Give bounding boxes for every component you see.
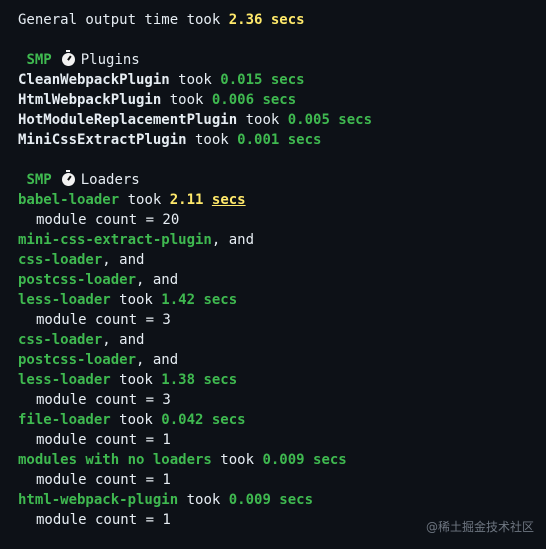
module-count: module count = 1 bbox=[36, 432, 171, 448]
loader-name: postcss-loader bbox=[18, 272, 137, 288]
chain-separator: , and bbox=[211, 232, 255, 248]
plugin-name: MiniCssExtractPlugin bbox=[18, 132, 187, 148]
loader-chain-row: css-loader, and bbox=[18, 330, 538, 350]
chain-separator: , and bbox=[102, 252, 145, 268]
took-label: took bbox=[178, 492, 229, 508]
chain-separator: , and bbox=[136, 352, 179, 368]
plugin-row: MiniCssExtractPlugin took 0.001 secs bbox=[18, 130, 538, 150]
loader-time: 1.42 secs bbox=[161, 292, 238, 308]
chain-separator: , and bbox=[136, 272, 179, 288]
loader-chain-row: postcss-loader, and bbox=[18, 270, 538, 290]
plugin-time: 0.006 secs bbox=[211, 92, 297, 108]
took-label: took bbox=[119, 192, 170, 208]
plugins-section-header: SMP Plugins bbox=[18, 50, 538, 70]
module-count: module count = 1 bbox=[36, 472, 171, 488]
loader-name: modules with no loaders bbox=[18, 452, 212, 468]
smp-tag: SMP bbox=[26, 52, 52, 68]
took-label: took bbox=[237, 112, 288, 128]
loader-name: less-loader bbox=[18, 292, 111, 308]
loader-row: babel-loader took 2.11 secs bbox=[18, 190, 538, 210]
took-label: took bbox=[186, 132, 238, 148]
loader-row: html-webpack-plugin took 0.009 secs bbox=[18, 490, 538, 510]
smp-tag: SMP bbox=[26, 172, 52, 188]
loader-time: 0.042 secs bbox=[161, 412, 246, 428]
plugin-time: 0.001 secs bbox=[237, 132, 322, 148]
loaders-title: Loaders bbox=[80, 172, 140, 188]
general-output-time: 2.36 secs bbox=[228, 12, 305, 28]
took-label: took bbox=[110, 292, 162, 308]
loader-name: mini-css-extract-plugin bbox=[18, 232, 212, 248]
loader-time: 1.38 secs bbox=[161, 372, 238, 388]
chain-separator: , and bbox=[102, 332, 145, 348]
loader-name: babel-loader bbox=[18, 192, 120, 208]
loader-row: less-loader took 1.42 secs bbox=[18, 290, 538, 310]
loader-name: css-loader bbox=[18, 332, 103, 348]
loader-row: modules with no loaders took 0.009 secs bbox=[18, 450, 538, 470]
plugin-time: 0.005 secs bbox=[287, 112, 373, 128]
loader-name: css-loader bbox=[18, 252, 103, 268]
plugin-name: HotModuleReplacementPlugin bbox=[18, 112, 238, 128]
module-count: module count = 3 bbox=[36, 392, 171, 408]
plugin-name: CleanWebpackPlugin bbox=[18, 72, 170, 88]
took-label: took bbox=[169, 72, 221, 88]
loader-name: html-webpack-plugin bbox=[18, 492, 179, 508]
terminal-output: General output time took 2.36 secs SMP Pl… bbox=[18, 10, 538, 530]
loader-chain-row: postcss-loader, and bbox=[18, 350, 538, 370]
loader-name: file-loader bbox=[18, 412, 111, 428]
module-count: module count = 3 bbox=[36, 312, 171, 328]
loader-time: 0.009 secs bbox=[262, 452, 347, 468]
loaders-section-header: SMP Loaders bbox=[18, 170, 538, 190]
general-output-label: General output time took bbox=[18, 12, 229, 28]
plugin-row: HotModuleReplacementPlugin took 0.005 se… bbox=[18, 110, 538, 130]
took-label: took bbox=[161, 92, 212, 108]
stopwatch-icon bbox=[61, 50, 75, 66]
loader-time: 0.009 secs bbox=[228, 492, 314, 508]
loader-time-unit: secs bbox=[211, 192, 246, 208]
stopwatch-icon bbox=[61, 170, 75, 186]
loader-name: less-loader bbox=[18, 372, 111, 388]
plugins-title: Plugins bbox=[80, 52, 140, 68]
loader-time-value: 2.11 bbox=[169, 192, 204, 208]
general-output-line: General output time took 2.36 secs bbox=[18, 10, 538, 30]
plugin-time: 0.015 secs bbox=[220, 72, 305, 88]
took-label: took bbox=[110, 372, 162, 388]
loader-name: postcss-loader bbox=[18, 352, 137, 368]
watermark: @稀土掘金技术社区 bbox=[425, 520, 534, 534]
took-label: took bbox=[211, 452, 263, 468]
loader-row: file-loader took 0.042 secs bbox=[18, 410, 538, 430]
plugin-row: HtmlWebpackPlugin took 0.006 secs bbox=[18, 90, 538, 110]
loader-chain-row: css-loader, and bbox=[18, 250, 538, 270]
plugin-name: HtmlWebpackPlugin bbox=[18, 92, 162, 108]
loader-row: less-loader took 1.38 secs bbox=[18, 370, 538, 390]
plugin-row: CleanWebpackPlugin took 0.015 secs bbox=[18, 70, 538, 90]
module-count: module count = 20 bbox=[36, 212, 180, 228]
loader-chain-row: mini-css-extract-plugin, and bbox=[18, 230, 538, 250]
took-label: took bbox=[110, 412, 162, 428]
